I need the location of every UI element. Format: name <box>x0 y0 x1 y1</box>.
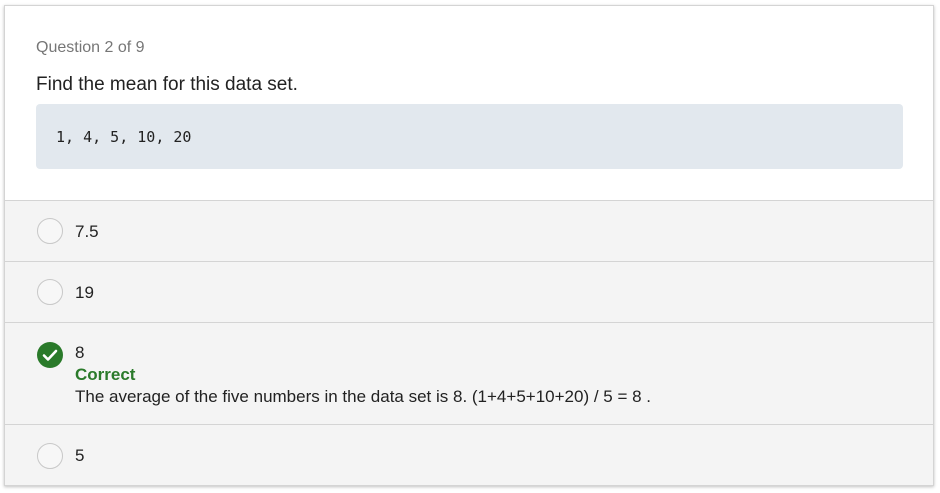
radio-circle-icon[interactable] <box>37 443 63 469</box>
question-prompt: Find the mean for this data set. <box>36 74 298 95</box>
feedback-explanation: The average of the five numbers in the d… <box>75 387 652 406</box>
answer-option-label: 19 <box>75 283 94 302</box>
radio-circle-icon[interactable] <box>37 279 63 305</box>
answer-option-3[interactable]: 8 Correct The average of the five number… <box>5 322 933 424</box>
answer-option-4[interactable]: 5 <box>5 424 933 485</box>
question-header: Question 2 of 9 Find the mean for this d… <box>5 6 933 200</box>
answer-option-label: 8 <box>75 343 85 362</box>
feedback-title: Correct <box>75 365 136 384</box>
dataset-values: 1, 4, 5, 10, 20 <box>56 128 192 146</box>
answer-option-1[interactable]: 7.5 <box>5 200 933 261</box>
quiz-card: Question 2 of 9 Find the mean for this d… <box>4 5 934 486</box>
answer-option-label: 5 <box>75 446 85 465</box>
answer-option-label: 7.5 <box>75 222 99 241</box>
question-counter: Question 2 of 9 <box>36 39 145 56</box>
check-circle-icon <box>37 342 63 368</box>
answer-option-2[interactable]: 19 <box>5 261 933 322</box>
radio-circle-icon[interactable] <box>37 218 63 244</box>
dataset-box: 1, 4, 5, 10, 20 <box>36 104 903 169</box>
